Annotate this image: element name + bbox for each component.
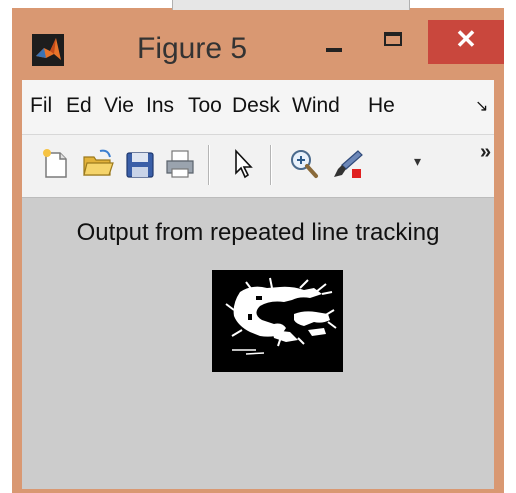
open-folder-icon[interactable] (82, 147, 114, 181)
plot-title: Output from repeated line tracking (76, 219, 440, 246)
background-window-strip (172, 0, 410, 10)
save-icon[interactable] (124, 147, 156, 181)
menu-file[interactable]: Fil (30, 94, 60, 118)
menu-insert[interactable]: Ins (146, 94, 180, 118)
toolbar: ▾ » (22, 135, 494, 198)
menu-window[interactable]: Wind (292, 94, 362, 118)
menu-help[interactable]: He (368, 94, 400, 118)
binary-vein-image (212, 270, 343, 372)
pointer-icon[interactable] (226, 147, 258, 181)
print-icon[interactable] (164, 147, 196, 181)
close-icon: ✕ (455, 24, 477, 54)
menu-tools[interactable]: Too (188, 94, 224, 118)
chevron-overflow-icon[interactable]: ↘ (475, 96, 488, 116)
menu-view[interactable]: Vie (104, 94, 138, 118)
new-file-icon[interactable] (40, 147, 72, 181)
matlab-icon (32, 34, 64, 66)
title-bar[interactable]: Figure 5 ✕ (12, 8, 504, 80)
close-button[interactable]: ✕ (428, 20, 504, 64)
brush-dropdown-icon[interactable]: ▾ (414, 153, 421, 170)
toolbar-separator (270, 145, 272, 185)
toolbar-separator (208, 145, 210, 185)
figure-client-area: Fil Ed Vie Ins Too Desk Wind He ↘ ▾ » Ou… (22, 80, 494, 489)
maximize-button[interactable] (372, 26, 416, 56)
toolbar-overflow-icon[interactable]: » (480, 141, 491, 164)
brush-icon[interactable] (330, 147, 370, 181)
menu-desktop[interactable]: Desk (232, 94, 286, 118)
menu-edit[interactable]: Ed (66, 94, 96, 118)
window-title: Figure 5 (137, 32, 248, 65)
zoom-in-icon[interactable] (288, 147, 320, 181)
figure-window: Figure 5 ✕ Fil Ed Vie Ins Too Desk Wind … (12, 8, 504, 493)
menu-bar: Fil Ed Vie Ins Too Desk Wind He ↘ (22, 80, 494, 135)
minimize-button[interactable] (312, 28, 356, 58)
